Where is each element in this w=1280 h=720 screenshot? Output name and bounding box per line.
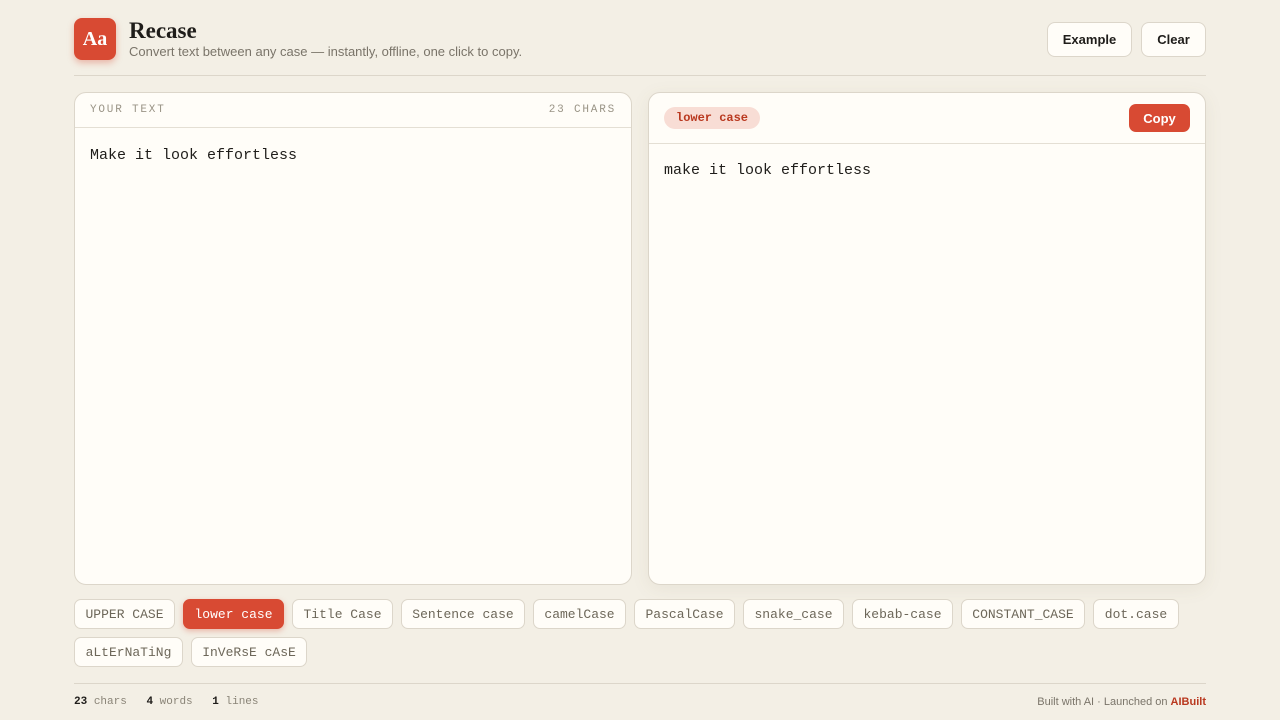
- aibuilt-link[interactable]: AIBuilt: [1171, 696, 1206, 708]
- case-chip-title[interactable]: Title Case: [292, 599, 393, 629]
- app-subtitle: Convert text between any case — instantl…: [129, 44, 523, 59]
- stat-lines: 1 lines: [212, 696, 259, 708]
- output-panel-header: lower case Copy: [649, 93, 1205, 144]
- app-logo: Aa: [74, 18, 116, 60]
- output-text[interactable]: make it look effortless: [664, 160, 1192, 182]
- case-chip-dot[interactable]: dot.case: [1093, 599, 1179, 629]
- case-chip-constant[interactable]: CONSTANT_CASE: [961, 599, 1085, 629]
- footer: 23 chars 4 words 1 lines Built with AI ·…: [74, 683, 1206, 720]
- text-stats: 23 chars 4 words 1 lines: [74, 696, 272, 708]
- text-input[interactable]: Make it look effortless: [90, 145, 618, 565]
- input-panel-header: YOUR TEXT 23 CHARS: [75, 93, 631, 128]
- copy-button[interactable]: Copy: [1129, 104, 1190, 132]
- footer-credit: Built with AI · Launched on AIBuilt: [1037, 696, 1206, 708]
- credit-text: Built with AI · Launched on: [1037, 696, 1168, 708]
- case-chip-upper[interactable]: UPPER CASE: [74, 599, 175, 629]
- stat-words: 4 words: [146, 696, 193, 708]
- input-panel: YOUR TEXT 23 CHARS Make it look effortle…: [74, 92, 632, 585]
- active-mode-badge: lower case: [664, 107, 761, 129]
- input-label: YOUR TEXT: [90, 104, 166, 116]
- example-button[interactable]: Example: [1047, 22, 1132, 57]
- app-header: Aa Recase Convert text between any case …: [74, 18, 1206, 76]
- case-chip-inverse[interactable]: InVeRsE cAsE: [191, 637, 307, 667]
- app-title: Recase: [129, 18, 197, 43]
- case-chip-alternating[interactable]: aLtErNaTiNg: [74, 637, 183, 667]
- output-panel: lower case Copy make it look effortless: [648, 92, 1206, 585]
- case-chip-lower[interactable]: lower case: [183, 599, 284, 629]
- clear-button[interactable]: Clear: [1141, 22, 1206, 57]
- case-chip-sentence[interactable]: Sentence case: [401, 599, 525, 629]
- app-container: Aa Recase Convert text between any case …: [74, 0, 1206, 720]
- stat-chars: 23 chars: [74, 696, 127, 708]
- case-chip-snake[interactable]: snake_case: [743, 599, 844, 629]
- char-count: 23 CHARS: [548, 104, 616, 116]
- case-chip-pascal[interactable]: PascalCase: [634, 599, 735, 629]
- case-chip-kebab[interactable]: kebab-case: [852, 599, 953, 629]
- case-chip-camel[interactable]: camelCase: [533, 599, 626, 629]
